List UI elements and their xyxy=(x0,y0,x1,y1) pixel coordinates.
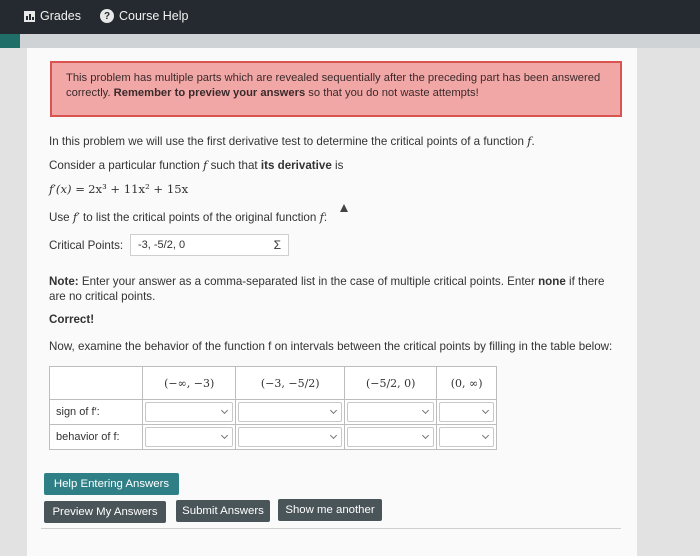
behavior-select[interactable] xyxy=(145,427,234,447)
use-derivative-text: Use f′ to list the critical points of th… xyxy=(49,210,328,224)
critical-points-input[interactable]: -3, -5/2, 0 Σ xyxy=(130,234,289,256)
derivative-formula: f′(x) = 2x³ + 11x² + 15x xyxy=(49,182,189,196)
interval-header: (−3, −5/2) xyxy=(235,366,346,400)
intro-text: In this problem we will use the first de… xyxy=(49,134,535,148)
course-help-link[interactable]: ? Course Help xyxy=(100,9,188,23)
sign-select[interactable] xyxy=(347,402,435,422)
table-corner xyxy=(49,366,143,400)
behavior-select[interactable] xyxy=(238,427,343,447)
show-another-button[interactable]: Show me another xyxy=(278,499,382,521)
sign-select[interactable] xyxy=(439,402,494,422)
behavior-select[interactable] xyxy=(439,427,494,447)
consider-text: Consider a particular function f such th… xyxy=(49,158,344,172)
examine-text: Now, examine the behavior of the functio… xyxy=(49,340,613,353)
sign-select[interactable] xyxy=(145,402,234,422)
problem-panel: This problem has multiple parts which ar… xyxy=(27,48,637,556)
course-help-label: Course Help xyxy=(119,9,189,23)
attempts-alert: This problem has multiple parts which ar… xyxy=(50,61,622,117)
alert-text-end: so that you do not waste attempts! xyxy=(308,87,479,99)
secondary-bar xyxy=(0,34,700,48)
interval-header: (0, ∞) xyxy=(436,366,497,400)
grades-icon xyxy=(24,10,35,22)
sign-select[interactable] xyxy=(238,402,343,422)
interval-header: (−∞, −3) xyxy=(141,366,237,400)
divider xyxy=(41,528,621,529)
note-text: Note: Enter your answer as a comma-separ… xyxy=(49,275,605,303)
behavior-row-label: behavior of f: xyxy=(49,424,143,450)
alert-bold-text: Remember to preview your answers xyxy=(113,87,306,99)
help-entering-answers-button[interactable]: Help Entering Answers xyxy=(44,473,179,495)
question-circle-icon: ? xyxy=(100,9,114,23)
grades-label: Grades xyxy=(40,9,81,23)
sign-row-label: sign of f′: xyxy=(49,399,143,425)
preview-answers-button[interactable]: Preview My Answers xyxy=(44,501,166,523)
top-navigation-bar: Grades ? Course Help xyxy=(0,0,700,34)
submit-answers-button[interactable]: Submit Answers xyxy=(176,500,270,522)
interval-header: (−5/2, 0) xyxy=(344,366,438,400)
side-tab[interactable] xyxy=(0,34,20,48)
critical-points-value: -3, -5/2, 0 xyxy=(138,239,186,251)
equation-editor-icon[interactable]: Σ xyxy=(274,238,281,252)
critical-points-label: Critical Points: xyxy=(49,239,124,252)
correct-message: Correct! xyxy=(49,313,95,326)
mouse-cursor-icon xyxy=(340,204,348,212)
behavior-select[interactable] xyxy=(347,427,435,447)
grades-link[interactable]: Grades xyxy=(24,9,81,23)
behavior-table: (−∞, −3) (−3, −5/2) (−5/2, 0) (0, ∞) sig… xyxy=(49,366,497,450)
